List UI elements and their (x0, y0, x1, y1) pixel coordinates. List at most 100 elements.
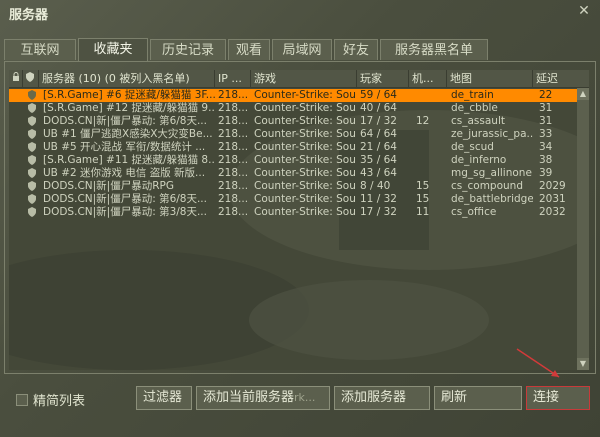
cell-game: Counter-Strike: Sou... (254, 193, 357, 205)
cell-game: Counter-Strike: Sou... (254, 128, 357, 140)
cell-ip: 218... (218, 193, 249, 205)
cell-bots: 15 (416, 193, 430, 205)
connect-button[interactable]: 连接 (526, 386, 590, 410)
column-header-ip[interactable]: IP ... (215, 70, 251, 87)
cell-players: 64 / 64 (360, 128, 397, 140)
cell-name: DODS.CN|新|僵尸暴动: 第6/8天... (43, 115, 207, 127)
lock-icon (13, 72, 19, 81)
cell-latency: 2031 (539, 193, 566, 205)
cell-map: cs_assault (451, 115, 505, 127)
table-row[interactable]: [S.R.Game] #11 捉迷藏/躲猫猫 8... 218... Counter… (9, 154, 577, 167)
tab-5[interactable]: 好友 (334, 39, 378, 60)
cell-game: Counter-Strike: Sou... (254, 206, 357, 218)
table-row[interactable]: DODS.CN|新|僵尸暴动RPG 218... Counter-Strike: S… (9, 180, 577, 193)
add-current-server-label: 添加当前服务器 (203, 390, 295, 405)
shield-icon (26, 72, 34, 82)
shield-icon (28, 155, 36, 165)
bottom-toolbar: 精简列表 过滤器 添加当前服务器rk... 添加服务器 刷新 连接 (0, 382, 600, 416)
simple-list-checkbox[interactable] (16, 394, 28, 406)
cell-map: de_battlebridge (451, 193, 533, 205)
cell-bots (416, 128, 447, 141)
cell-name: [S.R.Game] #12 捉迷藏/躲猫猫 9... (43, 102, 215, 114)
cell-bots: 12 (416, 115, 430, 127)
tab-2[interactable]: 历史记录 (150, 39, 226, 60)
table-row[interactable]: UB #1 僵尸逃跑X感染X大灾变Be... 218... Counter-Stri… (9, 128, 577, 141)
table-row[interactable]: UB #5 开心混战 军衔/数据统计 ... 218... Counter-Stri… (9, 141, 577, 154)
column-header-bots[interactable]: 机... (409, 70, 447, 87)
table-row[interactable]: DODS.CN|新|僵尸暴动: 第6/8天... 218... Counter-St… (9, 115, 577, 128)
column-header-name[interactable]: 服务器 (10) (0 被列入黑名单) (39, 70, 215, 87)
table-row[interactable]: DODS.CN|新|僵尸暴动: 第3/8天... 218... Counter-St… (9, 206, 577, 219)
add-current-server-button[interactable]: 添加当前服务器rk... (196, 386, 330, 410)
cell-map: ze_jurassic_pa... (451, 128, 533, 140)
cell-latency: 33 (539, 128, 553, 140)
shield-icon (28, 168, 36, 178)
cell-name: [S.R.Game] #11 捉迷藏/躲猫猫 8... (43, 154, 215, 166)
cell-name: UB #1 僵尸逃跑X感染X大灾变Be... (43, 128, 213, 140)
refresh-button[interactable]: 刷新 (434, 386, 522, 410)
column-header-game[interactable]: 游戏 (251, 70, 357, 87)
cell-map: cs_compound (451, 180, 523, 192)
scroll-down-icon[interactable]: ▼ (577, 358, 589, 370)
shield-icon (28, 90, 36, 100)
tab-0[interactable]: 互联网 (4, 39, 76, 60)
table-row[interactable]: DODS.CN|新|僵尸暴动: 第6/8天... 218... Counter-St… (9, 193, 577, 206)
cell-name: [S.R.Game] #6 捉迷藏/躲猫猫 3F... (43, 89, 215, 101)
table-row[interactable]: [S.R.Game] #12 捉迷藏/躲猫猫 9... 218... Counter… (9, 102, 577, 115)
table-row[interactable]: UB #2 迷你游戏 电信 盗版 新版... 218... Counter-Stri… (9, 167, 577, 180)
cell-bots: 15 (416, 180, 430, 192)
server-browser-window: 服务器 ✕ 互联网 收藏夹 历史记录 观看 局域网 好友 服务器黑名单 服务器 (10) (… (0, 0, 600, 437)
cell-players: 11 / 32 (360, 193, 397, 205)
window-title: 服务器 (9, 8, 49, 23)
shield-column-header[interactable] (23, 70, 39, 87)
cell-latency: 34 (539, 141, 553, 153)
vertical-scrollbar[interactable]: ▲ ▼ (577, 88, 589, 370)
cell-map: de_scud (451, 141, 494, 153)
scroll-up-icon[interactable]: ▲ (577, 88, 589, 100)
filter-button[interactable]: 过滤器 (136, 386, 192, 410)
cell-map: de_cbble (451, 102, 498, 114)
cell-ip: 218... (218, 102, 249, 114)
cell-players: 21 / 64 (360, 141, 397, 153)
cell-map: mg_sg_allinone... (451, 167, 533, 179)
column-header-players[interactable]: 玩家 (357, 70, 409, 87)
cell-name: DODS.CN|新|僵尸暴动RPG (43, 180, 174, 192)
cell-name: UB #2 迷你游戏 电信 盗版 新版... (43, 167, 206, 179)
cell-players: 59 / 64 (360, 89, 397, 101)
cell-ip: 218... (218, 154, 249, 166)
lock-column-header[interactable] (9, 70, 23, 87)
shield-icon (28, 194, 36, 204)
shield-icon (28, 129, 36, 139)
column-header-map[interactable]: 地图 (447, 70, 533, 87)
annotation-arrow-icon (516, 348, 560, 378)
cell-ip: 218... (218, 128, 249, 140)
cell-ip: 218... (218, 180, 249, 192)
cell-latency: 31 (539, 102, 553, 114)
tab-6[interactable]: 服务器黑名单 (380, 39, 488, 60)
cell-ip: 218... (218, 167, 249, 179)
tab-3[interactable]: 观看 (228, 39, 270, 60)
tab-4[interactable]: 局域网 (272, 39, 332, 60)
add-server-button[interactable]: 添加服务器 (334, 386, 430, 410)
cell-game: Counter-Strike: Sou... (254, 115, 357, 127)
cell-game: Counter-Strike: Sou... (254, 180, 357, 192)
cell-players: 17 / 32 (360, 115, 397, 127)
tab-1[interactable]: 收藏夹 (78, 38, 148, 61)
close-icon[interactable]: ✕ (576, 3, 592, 19)
cell-latency: 38 (539, 154, 553, 166)
cell-players: 40 / 64 (360, 102, 397, 114)
cell-latency: 2029 (539, 180, 566, 192)
column-header-latency[interactable]: 延迟 (533, 70, 589, 87)
cell-map: cs_office (451, 206, 497, 218)
list-header: 服务器 (10) (0 被列入黑名单) IP ... 游戏 玩家 机... 地图… (9, 70, 589, 88)
cell-game: Counter-Strike: Sou... (254, 167, 357, 179)
simple-list-label: 精简列表 (33, 394, 86, 409)
cell-ip: 218... (218, 141, 249, 153)
shield-icon (28, 181, 36, 191)
cell-players: 35 / 64 (360, 154, 397, 166)
cell-latency: 39 (539, 167, 553, 179)
table-row[interactable]: [S.R.Game] #6 捉迷藏/躲猫猫 3F... 218... Counter… (9, 89, 577, 102)
cell-map: de_inferno (451, 154, 507, 166)
cell-ip: 218... (218, 206, 249, 218)
cell-ip: 218... (218, 89, 249, 101)
